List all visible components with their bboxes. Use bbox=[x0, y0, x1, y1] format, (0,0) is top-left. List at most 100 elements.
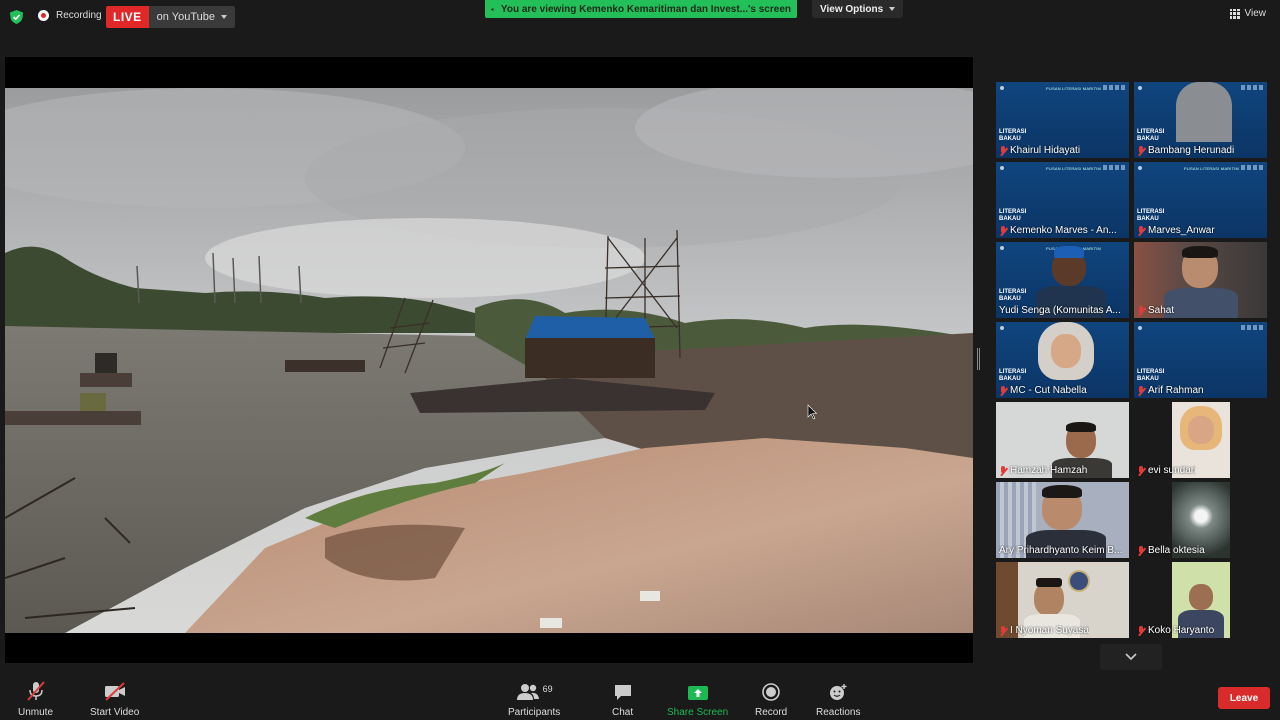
panel-resize-handle[interactable] bbox=[977, 348, 980, 370]
mic-muted-icon bbox=[1137, 225, 1145, 236]
participant-tile[interactable]: Sahat bbox=[1134, 242, 1267, 318]
participant-name: MC - Cut Nabella bbox=[999, 385, 1087, 396]
share-screen-icon bbox=[687, 680, 709, 702]
participant-tile[interactable]: LITERASI BAKAU Arif Rahman bbox=[1134, 322, 1267, 398]
slide-title-line1: LITERASI bbox=[1137, 369, 1165, 375]
record-icon bbox=[761, 680, 781, 702]
mic-muted-icon bbox=[1137, 145, 1145, 156]
chevron-down-icon bbox=[889, 7, 896, 11]
partner-logos bbox=[1241, 85, 1263, 90]
speaker-icon bbox=[491, 7, 495, 11]
meeting-toolbar: Unmute Start Video 69 Participants Chat … bbox=[0, 672, 1280, 720]
participant-cap bbox=[1054, 246, 1084, 258]
participant-name: Bambang Herunadi bbox=[1137, 145, 1234, 156]
shared-screen bbox=[5, 57, 973, 663]
mic-muted-icon bbox=[1137, 465, 1145, 476]
slide-title-line2: BAKAU bbox=[1137, 216, 1159, 222]
share-screen-button[interactable]: Share Screen bbox=[667, 680, 728, 718]
mic-muted-icon bbox=[999, 625, 1007, 636]
start-video-button[interactable]: Start Video bbox=[90, 680, 139, 718]
participant-tile-active-speaker[interactable]: PUSAN LITERASI MARITIM LITERASIBAKAU Yud… bbox=[996, 242, 1129, 318]
slide-title: LITERASI BAKAU bbox=[999, 289, 1026, 303]
participant-name-text: Ary Prihardhyanto Keim B... bbox=[999, 545, 1123, 556]
partner-logos bbox=[1103, 165, 1125, 170]
reactions-label: Reactions bbox=[816, 707, 861, 718]
mic-muted-icon bbox=[1137, 385, 1145, 396]
participant-tile[interactable]: PUSAN LITERASI MARITIM LITERASI BAKAU Kem… bbox=[996, 162, 1129, 238]
unmute-button[interactable]: Unmute bbox=[18, 680, 53, 718]
leave-button[interactable]: Leave bbox=[1218, 687, 1270, 709]
slide-title-line2: BAKAU bbox=[999, 216, 1021, 222]
live-target-label: on YouTube bbox=[156, 11, 215, 23]
grid-icon bbox=[1229, 8, 1240, 19]
participant-name: Marves_Anwar bbox=[1137, 225, 1215, 236]
participant-tile[interactable]: Ary Prihardhyanto Keim B... bbox=[996, 482, 1129, 558]
slide-title: LITERASI BAKAU bbox=[1137, 209, 1164, 223]
slide-title-line2: BAKAU bbox=[999, 296, 1021, 302]
participant-name: Yudi Senga (Komunitas A... bbox=[999, 305, 1121, 316]
zoom-meeting-window: Recording LIVE on YouTube You are viewin… bbox=[0, 0, 1280, 720]
participants-label: Participants bbox=[508, 707, 561, 718]
participant-tile[interactable]: evi sundari bbox=[1134, 402, 1267, 478]
slide-title-line1: LITERASI bbox=[999, 289, 1027, 295]
gallery-next-page-button[interactable] bbox=[1100, 644, 1162, 670]
record-button[interactable]: Record bbox=[755, 680, 787, 718]
participant-tile[interactable]: Hamzah Hamzah bbox=[996, 402, 1129, 478]
record-dot-icon bbox=[38, 10, 49, 21]
participant-head bbox=[1189, 584, 1213, 610]
participant-head bbox=[1188, 416, 1214, 444]
moon-logo-icon bbox=[1138, 166, 1142, 170]
participant-tile[interactable]: Koko Haryanto bbox=[1134, 562, 1267, 638]
view-layout-button[interactable]: View bbox=[1229, 8, 1267, 19]
mic-muted-icon bbox=[999, 225, 1007, 236]
participant-tile[interactable]: I Nyoman Suyasa bbox=[996, 562, 1129, 638]
slide-title-line1: LITERASI bbox=[999, 209, 1027, 215]
video-off-icon bbox=[103, 680, 127, 702]
wall-emblem bbox=[1068, 570, 1090, 592]
slide-title: LITERASI BAKAU bbox=[1137, 129, 1164, 143]
share-screen-label: Share Screen bbox=[667, 707, 729, 718]
participant-name-text: Marves_Anwar bbox=[1148, 225, 1215, 236]
participants-button[interactable]: 69 Participants bbox=[508, 680, 560, 718]
participant-name-text: evi sundari bbox=[1148, 465, 1197, 476]
slide-title-line2: BAKAU bbox=[1137, 376, 1159, 382]
participant-tile[interactable]: LITERASI BAKAU MC - Cut Nabella bbox=[996, 322, 1129, 398]
slide-title-line1: LITERASI bbox=[1137, 209, 1165, 215]
participant-name: Khairul Hidayati bbox=[999, 145, 1080, 156]
chat-button[interactable]: Chat bbox=[612, 680, 633, 718]
participant-name: Sahat bbox=[1137, 305, 1174, 316]
moon-logo-icon bbox=[1000, 326, 1004, 330]
recording-indicator[interactable]: Recording bbox=[38, 10, 102, 21]
moon-logo-icon bbox=[1000, 246, 1004, 250]
slide-title-line2: BAKAU bbox=[999, 136, 1021, 142]
participants-icon-wrap: 69 bbox=[516, 680, 553, 702]
participant-name: Bella oktesia bbox=[1137, 545, 1205, 556]
view-layout-label: View bbox=[1244, 8, 1267, 19]
record-label: Record bbox=[755, 707, 788, 718]
live-target-dropdown[interactable]: on YouTube bbox=[148, 6, 235, 28]
participant-tile[interactable]: PUSAN LITERASI MARITIM LITERASI BAKAU Kha… bbox=[996, 82, 1129, 158]
live-stream-control[interactable]: LIVE on YouTube bbox=[106, 6, 235, 28]
participant-tile[interactable]: PUSAN LITERASI MARITIM LITERASI BAKAU Mar… bbox=[1134, 162, 1267, 238]
participant-name: evi sundari bbox=[1137, 465, 1196, 476]
shield-check-icon[interactable] bbox=[10, 10, 23, 24]
participant-tile[interactable]: Bella oktesia bbox=[1134, 482, 1267, 558]
participant-hair bbox=[1042, 485, 1082, 498]
reactions-button[interactable]: Reactions bbox=[816, 680, 860, 718]
participant-tile[interactable]: LITERASI BAKAU Bambang Herunadi bbox=[1134, 82, 1267, 158]
slide-header: PUSAN LITERASI MARITIM bbox=[1046, 166, 1102, 171]
participant-name-text: Kemenko Marves - An... bbox=[1010, 225, 1117, 236]
participant-name-text: Hamzah Hamzah bbox=[1010, 465, 1088, 476]
view-options-button[interactable]: View Options bbox=[812, 0, 904, 18]
moon-logo-icon bbox=[1000, 166, 1004, 170]
participant-name: Kemenko Marves - An... bbox=[999, 225, 1117, 236]
participant-cap bbox=[1036, 578, 1062, 587]
participant-head bbox=[1176, 82, 1232, 142]
participant-name-text: Bella oktesia bbox=[1148, 545, 1205, 556]
participant-name-text: MC - Cut Nabella bbox=[1010, 385, 1087, 396]
slide-title-line2: BAKAU bbox=[999, 376, 1021, 382]
slide-title: LITERASI BAKAU bbox=[999, 129, 1026, 143]
partner-logos bbox=[1241, 165, 1263, 170]
participant-name: I Nyoman Suyasa bbox=[999, 625, 1089, 636]
mic-muted-icon bbox=[1137, 545, 1145, 556]
